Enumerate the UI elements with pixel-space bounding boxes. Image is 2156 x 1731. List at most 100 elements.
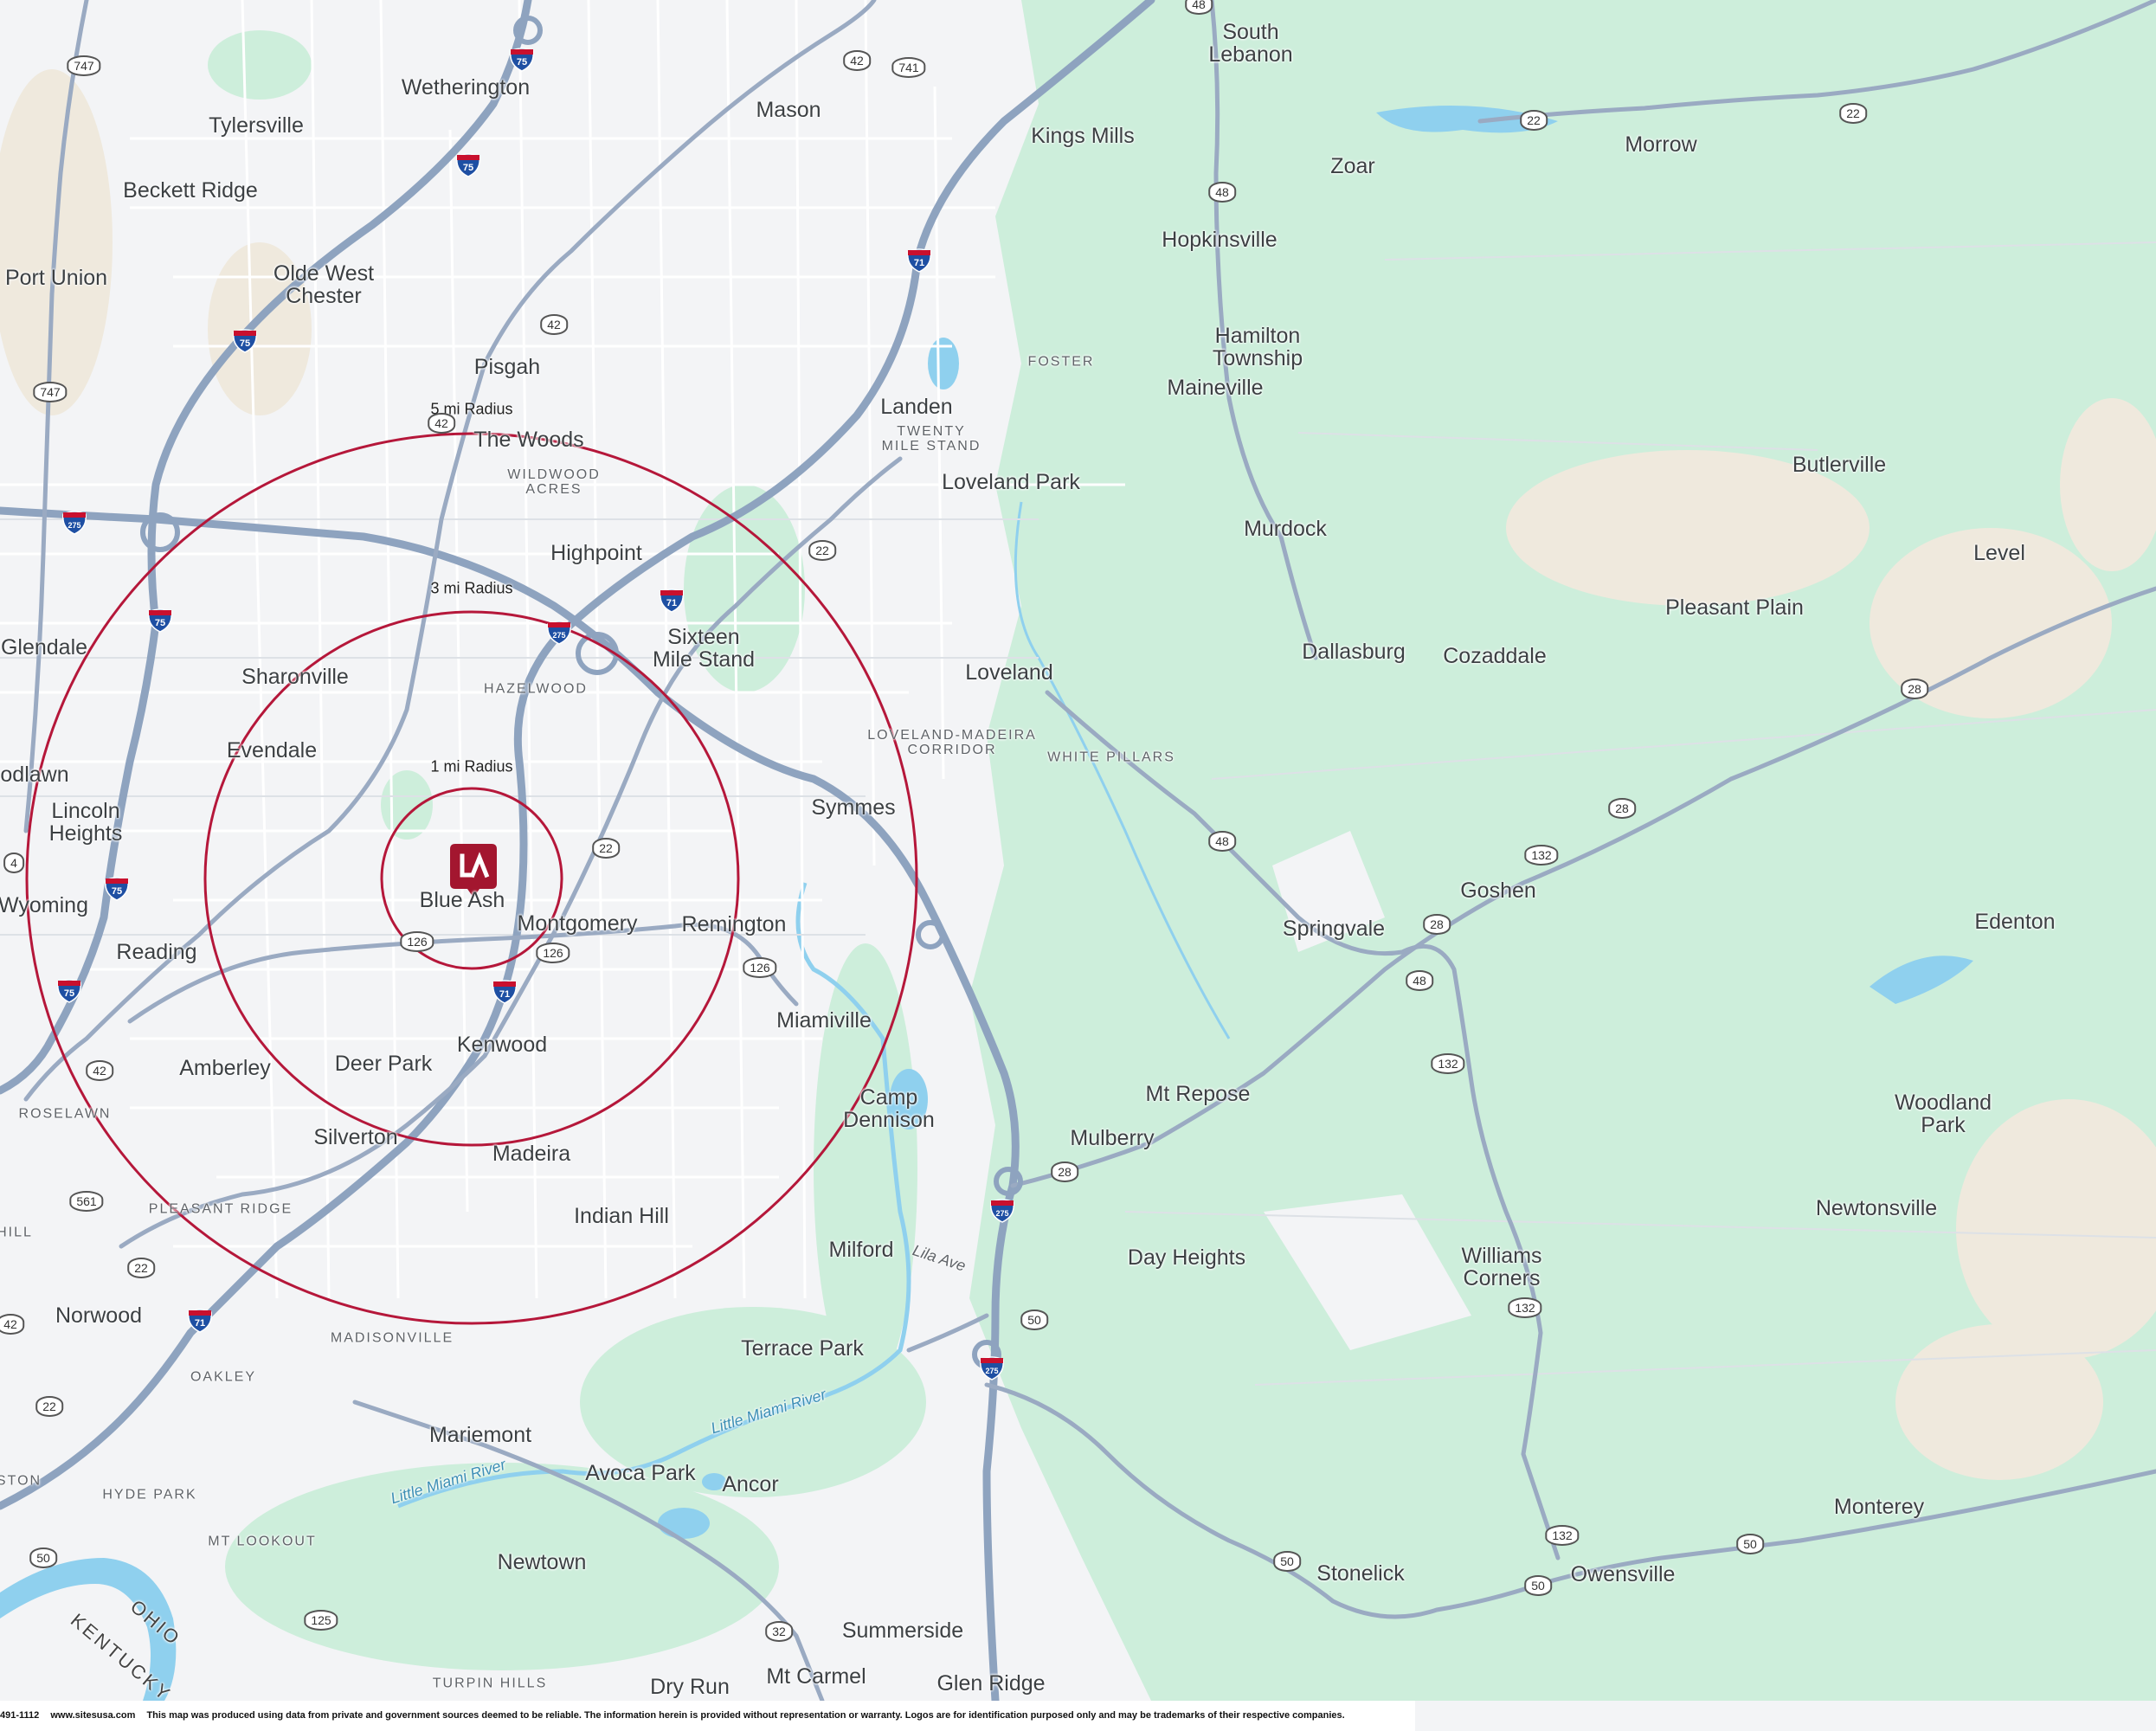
interstate-275-shield-icon: 275 (990, 1199, 1014, 1223)
place-label-amberley: Amberley (179, 1055, 271, 1080)
place-label-highpoint: Highpoint (550, 540, 642, 565)
neighborhood-label-ston: STON (0, 1473, 42, 1489)
us-42-shield-icon: 42 (0, 1314, 24, 1335)
neighborhood-label-twenty-mile-stand: TWENTY MILE STAND (881, 424, 981, 454)
neighborhood-label-hill: HILL (0, 1225, 33, 1240)
interstate-71-shield-icon: 71 (492, 980, 517, 1004)
place-label-lincoln-heights: Lincoln Heights (48, 798, 123, 846)
place-label-mariemont: Mariemont (428, 1422, 532, 1447)
svg-text:275: 275 (995, 1209, 1008, 1218)
place-label-goshen: Goshen (1460, 878, 1536, 903)
neighborhood-label-white-pillars: WHITE PILLARS (1047, 750, 1175, 765)
place-label-dry-run: Dry Run (650, 1674, 730, 1699)
place-label-mt-carmel: Mt Carmel (766, 1663, 866, 1689)
place-label-sixteen-mile-stand: Sixteen Mile Stand (652, 624, 756, 672)
us-42-shield-icon: 42 (540, 314, 568, 335)
interstate-275-shield-icon: 275 (547, 621, 571, 645)
state-route-126-shield-icon: 126 (536, 943, 570, 963)
svg-text:71: 71 (666, 598, 677, 608)
place-label-level: Level (1973, 540, 2025, 565)
us-22-shield-icon: 22 (1520, 110, 1548, 131)
state-route-561-shield-icon: 561 (69, 1191, 104, 1212)
place-label-madeira: Madeira (492, 1141, 571, 1166)
svg-text:71: 71 (499, 989, 510, 1000)
place-label-sharonville: Sharonville (241, 664, 349, 689)
place-label-butlerville: Butlerville (1792, 452, 1887, 477)
us-22-shield-icon: 22 (808, 540, 836, 561)
state-route-132-shield-icon: 132 (1508, 1297, 1542, 1318)
place-label-tylersville: Tylersville (209, 113, 304, 138)
place-label-remington: Remington (681, 911, 787, 936)
state-route-132-shield-icon: 132 (1524, 845, 1559, 866)
interstate-275-shield-icon: 275 (62, 511, 87, 535)
state-route-28-shield-icon: 28 (1051, 1162, 1078, 1182)
place-label-kenwood: Kenwood (456, 1032, 548, 1057)
us-50-shield-icon: 50 (1524, 1575, 1552, 1596)
svg-text:275: 275 (552, 631, 565, 640)
place-label-wyoming: Wyoming (0, 892, 88, 917)
place-label-beckett-ridge: Beckett Ridge (123, 177, 258, 203)
us-22-shield-icon: 22 (1839, 103, 1867, 124)
place-label-day-heights: Day Heights (1127, 1245, 1246, 1270)
place-label-landen: Landen (880, 394, 953, 419)
svg-text:75: 75 (155, 618, 165, 628)
place-label-ancor: Ancor (722, 1471, 779, 1496)
footer-website[interactable]: www.sitesusa.com (50, 1710, 135, 1721)
place-label-newtown: Newtown (497, 1549, 587, 1574)
us-42-shield-icon: 42 (86, 1060, 113, 1081)
interstate-75-shield-icon: 75 (233, 329, 257, 353)
state-route-132-shield-icon: 132 (1431, 1053, 1465, 1074)
place-label-mulberry: Mulberry (1070, 1125, 1155, 1150)
interstate-75-shield-icon: 75 (57, 979, 81, 1003)
place-label-williams-corners: Williams Corners (1461, 1243, 1542, 1290)
place-label-woodland-park: Woodland Park (1894, 1090, 1992, 1137)
svg-text:75: 75 (517, 57, 527, 68)
us-42-shield-icon: 42 (843, 50, 871, 71)
interstate-75-shield-icon: 75 (456, 153, 480, 177)
place-label-evendale: Evendale (226, 737, 318, 763)
place-label-woodlawn: odlawn (0, 762, 69, 787)
interstate-71-shield-icon: 71 (188, 1309, 212, 1333)
neighborhood-label-hazelwood: HAZELWOOD (484, 681, 588, 697)
neighborhood-label-hyde-park: HYDE PARK (102, 1487, 197, 1503)
state-route-747-shield-icon: 747 (67, 55, 101, 76)
place-label-owensville: Owensville (1570, 1561, 1676, 1586)
state-route-28-shield-icon: 28 (1901, 679, 1928, 699)
place-label-symmes: Symmes (811, 795, 896, 820)
neighborhood-label-oakley: OAKLEY (190, 1369, 257, 1385)
state-route-28-shield-icon: 28 (1608, 798, 1636, 819)
place-label-the-woods: The Woods (473, 427, 584, 452)
place-label-hopkinsville: Hopkinsville (1162, 227, 1278, 252)
us-22-shield-icon: 22 (127, 1258, 155, 1278)
place-label-pleasant-plain: Pleasant Plain (1665, 595, 1804, 620)
place-label-reading: Reading (116, 939, 197, 964)
interstate-75-shield-icon: 75 (105, 877, 129, 901)
us-22-shield-icon: 22 (35, 1396, 63, 1417)
svg-text:71: 71 (914, 258, 924, 268)
place-label-glendale: Glendale (0, 634, 88, 660)
place-label-milford: Milford (828, 1237, 894, 1262)
interstate-275-shield-icon: 275 (980, 1356, 1004, 1380)
state-route-126-shield-icon: 126 (743, 957, 777, 978)
state-route-4-shield-icon: 4 (3, 853, 24, 873)
place-label-cozaddale: Cozaddale (1443, 643, 1547, 668)
us-50-shield-icon: 50 (1273, 1551, 1301, 1572)
place-label-murdock: Murdock (1244, 516, 1327, 541)
neighborhood-label-foster: FOSTER (1027, 354, 1095, 370)
place-label-miamiville: Miamiville (776, 1007, 872, 1033)
footer-disclaimer: This map was produced using data from pr… (146, 1710, 1345, 1721)
neighborhood-label-loveland-madeira-corridor: LOVELAND-MADEIRA CORRIDOR (867, 728, 1037, 757)
map-canvas[interactable]: 5 mi Radius 3 mi Radius 1 mi Radius 75 7… (0, 0, 2156, 1731)
place-label-newtonsville: Newtonsville (1815, 1195, 1938, 1220)
interstate-71-shield-icon: 71 (660, 589, 684, 613)
place-label-terrace-park: Terrace Park (741, 1335, 864, 1361)
place-label-camp-dennison: Camp Dennison (843, 1084, 935, 1132)
place-label-loveland-park: Loveland Park (942, 469, 1080, 494)
state-route-132-shield-icon: 132 (1545, 1525, 1580, 1546)
state-route-48-shield-icon: 48 (1208, 182, 1236, 203)
neighborhood-label-pleasant-ridge: PLEASANT RIDGE (148, 1201, 293, 1217)
place-label-south-lebanon: South Lebanon (1208, 19, 1293, 67)
state-route-126-shield-icon: 126 (400, 931, 434, 952)
place-label-springvale: Springvale (1282, 916, 1386, 941)
state-route-741-shield-icon: 741 (891, 57, 926, 78)
